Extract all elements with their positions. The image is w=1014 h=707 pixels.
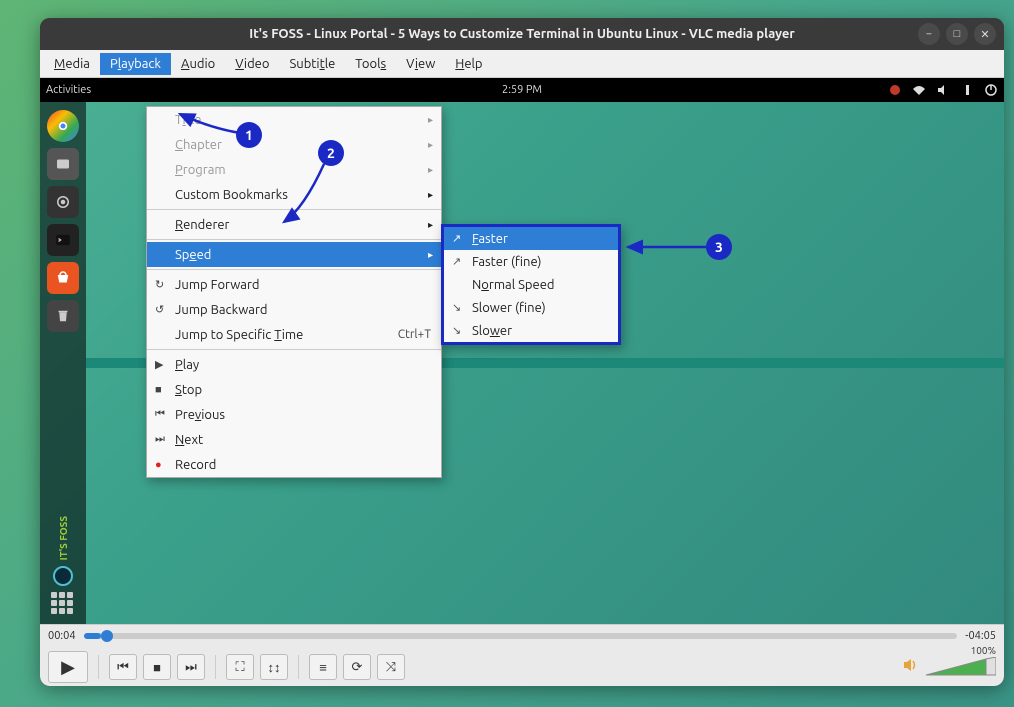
menu-video[interactable]: Video [225, 53, 279, 75]
clock[interactable]: 2:59 PM [502, 84, 542, 96]
foss-label: IT'S FOSS [58, 516, 69, 560]
minimize-button[interactable]: − [918, 23, 940, 45]
callout-1: 1 [236, 122, 262, 148]
menu-tools[interactable]: Tools [345, 53, 396, 75]
dd-jump-forward[interactable]: ↻Jump Forward [147, 272, 441, 297]
volume-area: 100% [902, 656, 996, 678]
dock-files-icon[interactable] [47, 148, 79, 180]
sub-faster[interactable]: ↗Faster [444, 227, 618, 250]
dock-chrome-icon[interactable] [47, 110, 79, 142]
close-button[interactable]: ✕ [974, 23, 996, 45]
menu-view[interactable]: View [396, 53, 445, 75]
ext-settings-button[interactable]: ↕↕ [260, 654, 288, 680]
separator [298, 655, 299, 679]
sub-slower-fine[interactable]: ↘Slower (fine) [444, 296, 618, 319]
dd-play[interactable]: ▶Play [147, 352, 441, 377]
seek-thumb[interactable] [101, 630, 113, 642]
menu-playback[interactable]: Playback [100, 53, 171, 75]
dock-terminal-icon[interactable] [47, 224, 79, 256]
stop-button[interactable]: ■ [143, 654, 171, 680]
dock: IT'S FOSS [40, 102, 86, 624]
speed-submenu: ↗Faster ↗Faster (fine) Normal Speed ↘Slo… [441, 224, 621, 345]
maximize-button[interactable]: □ [946, 23, 968, 45]
time-remaining: -04:05 [965, 630, 996, 642]
show-apps-icon[interactable] [51, 592, 75, 616]
power-icon[interactable] [984, 83, 998, 97]
window-controls: − □ ✕ [918, 23, 996, 45]
activities-label[interactable]: Activities [46, 84, 91, 96]
dd-record[interactable]: ●Record [147, 452, 441, 477]
arrow-2 [214, 158, 334, 238]
dd-stop[interactable]: ■Stop [147, 377, 441, 402]
speaker-icon[interactable] [902, 656, 920, 678]
separator [147, 239, 441, 240]
bottom-bar: 00:04 -04:05 ▶ ⏮ ■ ⏭ ⛶ ↕↕ ≡ ⟳ ⤨ 100% [40, 624, 1004, 686]
controls-row: ▶ ⏮ ■ ⏭ ⛶ ↕↕ ≡ ⟳ ⤨ 100% [40, 647, 1004, 686]
dd-previous[interactable]: ⏮Previous [147, 402, 441, 427]
window-title: It's FOSS - Linux Portal - 5 Ways to Cus… [249, 27, 794, 41]
prev-button[interactable]: ⏮ [109, 654, 137, 680]
callout-3: 3 [706, 234, 732, 260]
recording-icon[interactable] [888, 83, 902, 97]
menu-help[interactable]: Help [445, 53, 492, 75]
play-button[interactable]: ▶ [48, 651, 88, 683]
titlebar: It's FOSS - Linux Portal - 5 Ways to Cus… [40, 18, 1004, 50]
seek-bar[interactable] [84, 633, 958, 639]
dock-software-icon[interactable] [47, 262, 79, 294]
sub-normal[interactable]: Normal Speed [444, 273, 618, 296]
seek-progress [84, 633, 101, 639]
separator [147, 349, 441, 350]
time-elapsed: 00:04 [48, 630, 76, 642]
sub-faster-fine[interactable]: ↗Faster (fine) [444, 250, 618, 273]
vlc-window: It's FOSS - Linux Portal - 5 Ways to Cus… [40, 18, 1004, 686]
dd-speed[interactable]: Speed▸ [147, 242, 441, 267]
dd-jump-time[interactable]: Jump to Specific TimeCtrl+T [147, 322, 441, 347]
separator [98, 655, 99, 679]
loop-button[interactable]: ⟳ [343, 654, 371, 680]
callout-2: 2 [318, 140, 344, 166]
next-button[interactable]: ⏭ [177, 654, 205, 680]
separator [147, 269, 441, 270]
playlist-button[interactable]: ≡ [309, 654, 337, 680]
dock-trash-icon[interactable] [47, 300, 79, 332]
time-row: 00:04 -04:05 [40, 625, 1004, 647]
volume-icon[interactable] [936, 83, 950, 97]
battery-icon[interactable] [960, 83, 974, 97]
volume-percent: 100% [971, 645, 996, 656]
dd-next[interactable]: ⏭Next [147, 427, 441, 452]
arrow-3 [620, 238, 710, 258]
volume-slider[interactable]: 100% [926, 657, 996, 677]
menu-subtitle[interactable]: Subtitle [279, 53, 345, 75]
sub-slower[interactable]: ↘Slower [444, 319, 618, 342]
shuffle-button[interactable]: ⤨ [377, 654, 405, 680]
separator [215, 655, 216, 679]
dock-settings-icon[interactable] [47, 186, 79, 218]
menu-audio[interactable]: Audio [171, 53, 225, 75]
gnome-topbar: Activities 2:59 PM [40, 78, 1004, 102]
topbar-indicators [888, 83, 998, 97]
menu-media[interactable]: Media [44, 53, 100, 75]
wifi-icon[interactable] [912, 83, 926, 97]
menubar: Media Playback Audio Video Subtitle Tool… [40, 50, 1004, 78]
fullscreen-button[interactable]: ⛶ [226, 654, 254, 680]
dd-jump-backward[interactable]: ↺Jump Backward [147, 297, 441, 322]
foss-logo-icon [53, 566, 73, 586]
